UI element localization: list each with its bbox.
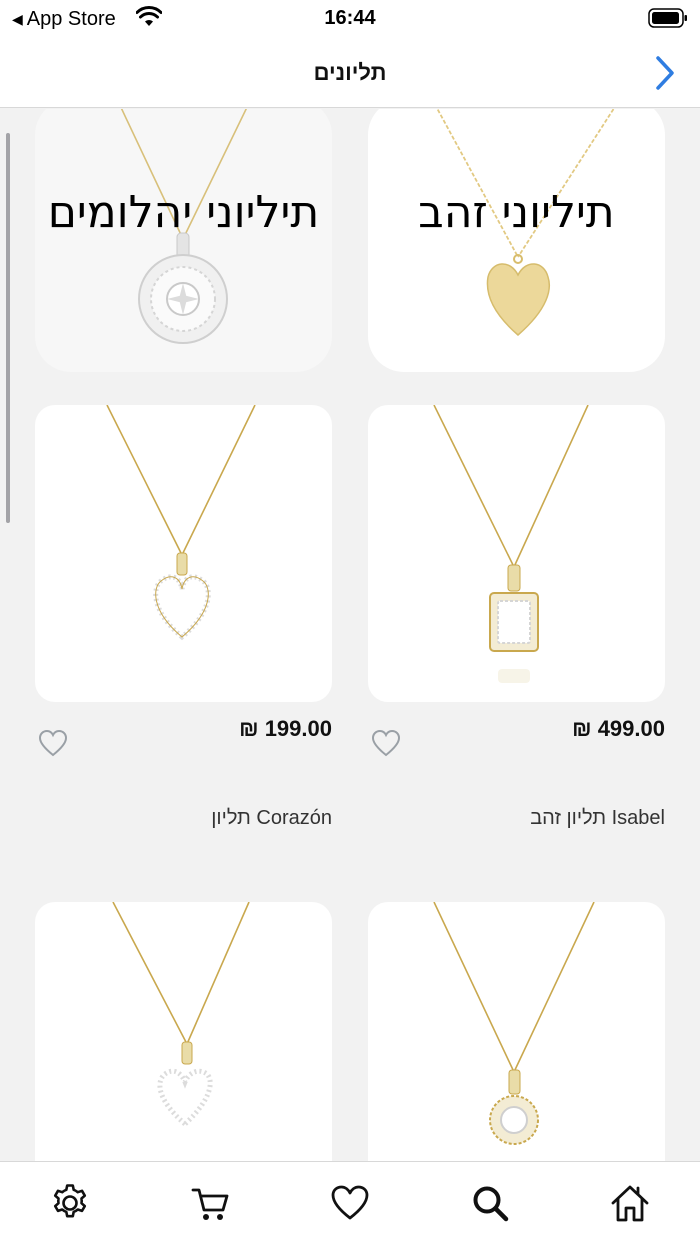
product-price: ₪ 199.00 xyxy=(239,716,332,741)
category-label-gold: תיליוני זהב xyxy=(418,187,615,238)
home-icon[interactable] xyxy=(609,1182,651,1224)
favorite-heart-icon[interactable] xyxy=(371,729,401,757)
product-card-corazon[interactable] xyxy=(35,405,332,702)
product-card[interactable] xyxy=(368,902,665,1161)
square-diamond-pendant-image xyxy=(433,405,589,683)
gear-icon[interactable] xyxy=(49,1182,91,1224)
battery-icon xyxy=(648,8,687,28)
product-name[interactable]: תליון זהב Isabel xyxy=(368,807,665,830)
product-name[interactable]: תליון Corazón xyxy=(35,807,332,830)
page-title: תליונים xyxy=(313,60,387,85)
heart-outline-pendant-image xyxy=(112,902,250,1128)
heart-icon[interactable] xyxy=(329,1182,371,1224)
product-card[interactable] xyxy=(35,902,332,1161)
diamond-pendant-image xyxy=(120,109,248,344)
gold-heart-pendant-image xyxy=(436,109,615,336)
product-list[interactable]: תיליוני יהלומים תיליוני זהב ₪ 199.00 תלי… xyxy=(0,109,700,1161)
category-card-diamond-pendants[interactable]: תיליוני יהלומים xyxy=(35,109,332,372)
chevron-right-icon[interactable] xyxy=(650,54,678,92)
category-label-diamonds: תיליוני יהלומים xyxy=(47,187,320,238)
product-card-isabel[interactable] xyxy=(368,405,665,702)
navigation-bar: תליונים xyxy=(0,38,700,108)
search-icon[interactable] xyxy=(469,1182,511,1224)
heart-outline-pendant-image xyxy=(106,405,256,641)
cart-icon[interactable] xyxy=(189,1182,231,1224)
scroll-indicator[interactable] xyxy=(6,133,10,523)
tab-bar xyxy=(0,1161,700,1244)
status-bar: ◀ App Store 16:44 xyxy=(0,0,700,38)
product-price: ₪ 499.00 xyxy=(572,716,665,741)
round-diamond-pendant-image xyxy=(433,902,595,1145)
clock: 16:44 xyxy=(324,7,376,29)
category-card-gold-pendants[interactable]: תיליוני זהב xyxy=(368,109,665,372)
favorite-heart-icon[interactable] xyxy=(38,729,68,757)
